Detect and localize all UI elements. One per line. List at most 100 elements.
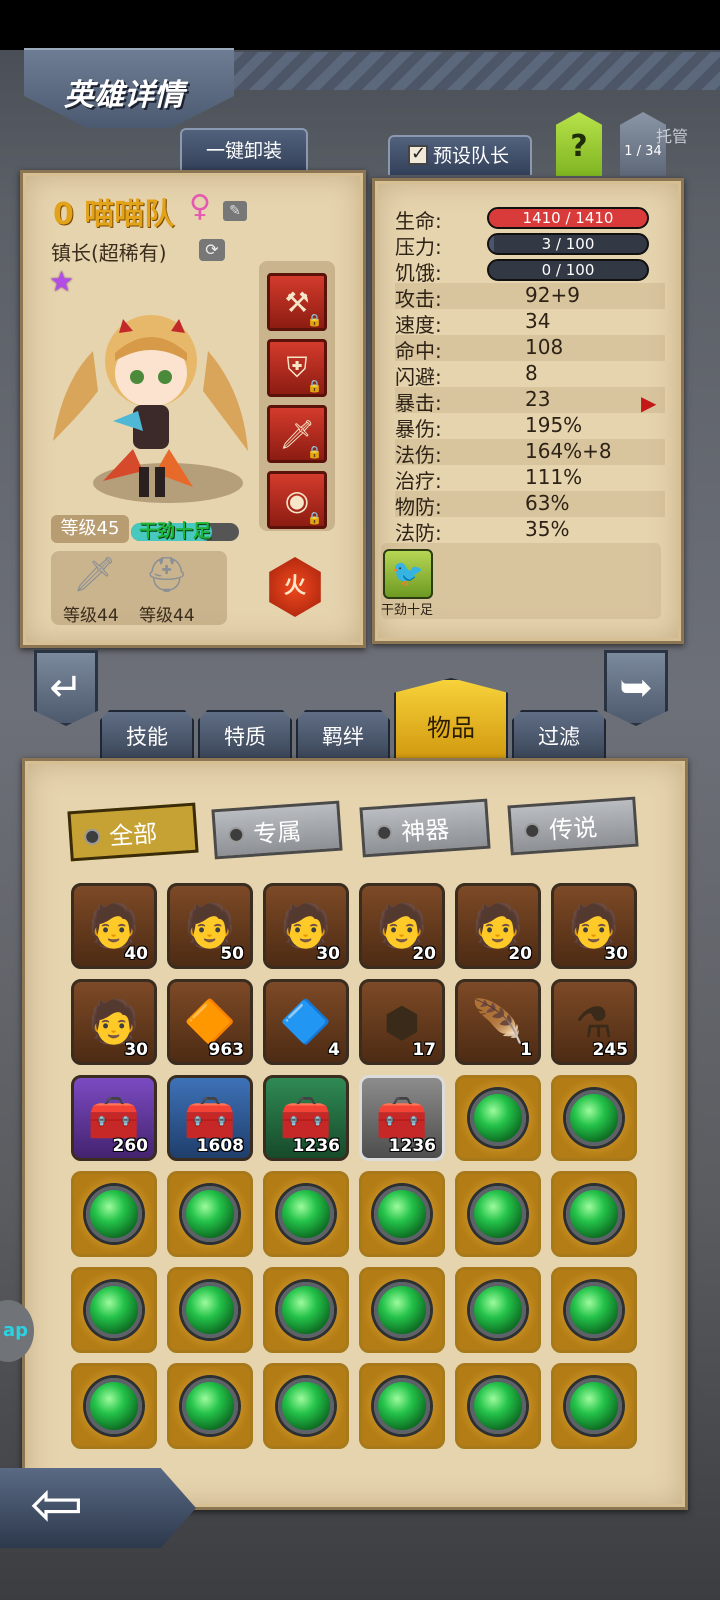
item-slot[interactable]: [551, 1363, 637, 1449]
item-slot[interactable]: [71, 1267, 157, 1353]
item-slot[interactable]: [551, 1171, 637, 1257]
green-gem-icon: [170, 1270, 250, 1350]
item-slot[interactable]: 🔶 963: [167, 979, 253, 1065]
item-slot[interactable]: 🔷 4: [263, 979, 349, 1065]
item-slot[interactable]: [359, 1363, 445, 1449]
filter-tab-2[interactable]: 神器: [359, 798, 491, 858]
stats-panel: 生命: 1410 / 1410 压力: 3 / 100 饥饿: 0 / 100 攻击: 92+…: [372, 178, 684, 644]
stat-row: 速度: 34: [395, 309, 665, 337]
help-button[interactable]: ?: [556, 112, 602, 176]
stat-label: 暴击:: [395, 391, 442, 415]
hero-level-badge: 等级45: [51, 515, 129, 543]
header-strip: [230, 52, 720, 90]
equip-slot-accessory[interactable]: ◉ 🔒: [267, 471, 327, 529]
item-slot[interactable]: 🧰 260: [71, 1075, 157, 1161]
equip-slot-armor[interactable]: ⛨ 🔒: [267, 339, 327, 397]
main-tab-1[interactable]: 特质: [198, 710, 292, 760]
item-slot[interactable]: [455, 1363, 541, 1449]
filter-radio-icon: [83, 828, 101, 846]
preset-leader-checkbox[interactable]: [408, 143, 428, 165]
item-count: 30: [124, 1040, 148, 1060]
back-arrow-icon: ⇦: [30, 1468, 84, 1542]
stat-row: 闪避: 8: [395, 361, 665, 389]
lock-icon: 🔒: [307, 511, 322, 525]
inventory-panel: 全部 专属 神器 传说 🧑 40 🧑 50 🧑 30 🧑 20 🧑 20 🧑 30 🧑 30 🔶 963 🔷 4 ⬢ 17 🪶…: [22, 758, 688, 1510]
next-hero-button[interactable]: ➥: [604, 650, 668, 726]
item-slot[interactable]: [551, 1075, 637, 1161]
item-slot[interactable]: [263, 1171, 349, 1257]
stat-label: 暴伤:: [395, 417, 442, 441]
item-slot[interactable]: 🧰 1608: [167, 1075, 253, 1161]
stat-bar-value: 3 / 100: [541, 235, 595, 253]
item-slot[interactable]: 🧑 30: [71, 979, 157, 1065]
filter-tab-0[interactable]: 全部: [67, 802, 199, 862]
item-slot[interactable]: [455, 1267, 541, 1353]
shield-icon: ⛨: [286, 351, 308, 384]
item-slot[interactable]: 🧰 1236: [359, 1075, 445, 1161]
stat-label: 攻击:: [395, 287, 442, 311]
item-slot[interactable]: [455, 1171, 541, 1257]
item-slot[interactable]: [167, 1363, 253, 1449]
filter-tab-1[interactable]: 专属: [211, 800, 343, 860]
item-count: 20: [412, 944, 436, 964]
main-tab-4[interactable]: 过滤: [512, 710, 606, 760]
filter-tab-label: 全部: [108, 819, 159, 851]
item-slot[interactable]: 🧑 20: [359, 883, 445, 969]
item-slot[interactable]: [167, 1171, 253, 1257]
edit-name-icon[interactable]: ✎: [223, 201, 247, 221]
item-slot[interactable]: [359, 1171, 445, 1257]
green-gem-shape: [278, 1282, 334, 1338]
back-button[interactable]: ⇦: [0, 1468, 196, 1548]
item-slot[interactable]: 🧑 20: [455, 883, 541, 969]
item-count: 1236: [292, 1136, 340, 1156]
item-slot[interactable]: 🧑 30: [551, 883, 637, 969]
auto-manage-label[interactable]: 托管: [656, 123, 688, 147]
item-slot[interactable]: 🧑 30: [263, 883, 349, 969]
green-gem-shape: [86, 1378, 142, 1434]
sword-icon[interactable]: 🗡: [73, 555, 116, 595]
hero-portrait: [53, 315, 248, 497]
page-title: 英雄详情: [64, 78, 184, 113]
previous-hero-button[interactable]: ↵: [34, 650, 98, 726]
item-slot[interactable]: 🧑 50: [167, 883, 253, 969]
filter-tab-3[interactable]: 传说: [507, 796, 639, 856]
green-gem-shape: [182, 1282, 238, 1338]
stat-row: 暴击: 23: [395, 387, 665, 415]
expand-stats-arrow-icon[interactable]: ▶: [641, 391, 656, 415]
green-gem-shape: [86, 1186, 142, 1242]
filter-tab-label: 神器: [400, 815, 451, 847]
main-tab-3[interactable]: 物品: [394, 678, 508, 760]
item-slot[interactable]: [359, 1267, 445, 1353]
item-slot[interactable]: [71, 1171, 157, 1257]
green-gem-shape: [278, 1378, 334, 1434]
green-gem-shape: [374, 1186, 430, 1242]
item-slot[interactable]: [167, 1267, 253, 1353]
main-tab-0[interactable]: 技能: [100, 710, 194, 760]
unequip-all-button[interactable]: 一键卸装: [180, 128, 308, 172]
item-slot[interactable]: [455, 1075, 541, 1161]
helmet-icon[interactable]: ⛑: [145, 555, 188, 595]
item-count: 4: [328, 1040, 340, 1060]
swap-class-icon[interactable]: ⟳: [199, 239, 225, 261]
stat-label: 命中:: [395, 339, 442, 363]
item-slot[interactable]: [71, 1363, 157, 1449]
item-count: 30: [604, 944, 628, 964]
stat-value: 108: [525, 335, 564, 359]
item-slot[interactable]: ⬢ 17: [359, 979, 445, 1065]
item-slot[interactable]: [551, 1267, 637, 1353]
green-gem-icon: [266, 1366, 346, 1446]
item-slot[interactable]: [263, 1267, 349, 1353]
stat-value: 92+9: [525, 283, 580, 307]
equip-slot-weapon[interactable]: ⚒ 🔒: [267, 273, 327, 331]
amulet-icon: ◉: [284, 483, 310, 517]
green-gem-shape: [470, 1378, 526, 1434]
item-slot[interactable]: [263, 1363, 349, 1449]
bird-trait-icon[interactable]: 🐦: [383, 549, 433, 599]
item-slot[interactable]: ⚗ 245: [551, 979, 637, 1065]
item-count: 1608: [196, 1136, 244, 1156]
main-tab-2[interactable]: 羁绊: [296, 710, 390, 760]
equip-slot-offhand[interactable]: 🗡 🔒: [267, 405, 327, 463]
item-slot[interactable]: 🪶 1: [455, 979, 541, 1065]
item-slot[interactable]: 🧑 40: [71, 883, 157, 969]
item-slot[interactable]: 🧰 1236: [263, 1075, 349, 1161]
